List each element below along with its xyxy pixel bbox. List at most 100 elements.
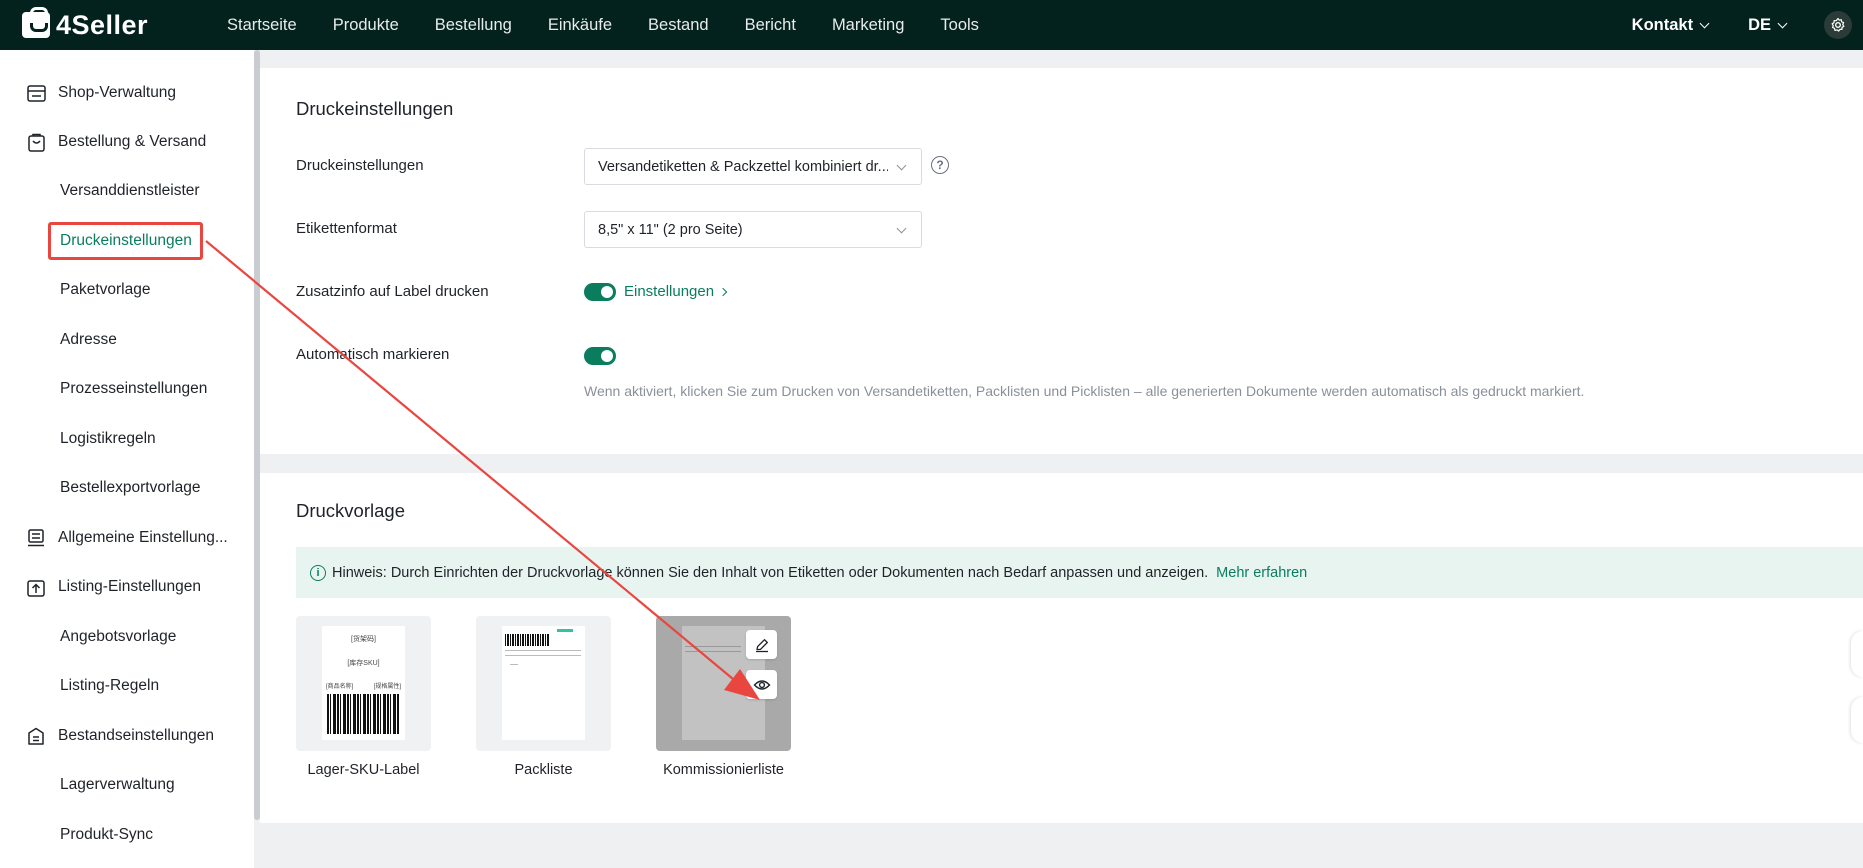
template-card-lager-sku-label[interactable]: [货架码] [库存SKU] [商品名称] [规格属性]: [296, 616, 431, 751]
auto-mark-label: Automatisch markieren: [296, 346, 450, 363]
contact-label: Kontakt: [1631, 15, 1694, 34]
card-label: Lager-SKU-Label: [307, 762, 420, 778]
top-navigation-bar: 4Seller Startseite Produkte Bestellung E…: [0, 0, 1863, 50]
annotation-highlight-box: [48, 222, 203, 260]
print-settings-title: Druckeinstellungen: [296, 98, 454, 119]
print-settings-panel: Druckeinstellungen Druckeinstellungen Ve…: [260, 68, 1863, 454]
nav-produkte[interactable]: Produkte: [333, 16, 399, 35]
print-mode-select[interactable]: Versandetiketten & Packzettel kombiniert…: [584, 148, 922, 185]
card-label: Packliste: [514, 762, 573, 778]
auto-mark-description: Wenn aktiviert, klicken Sie zum Drucken …: [584, 383, 1585, 399]
packliste-thumbnail: [502, 626, 585, 740]
gear-icon: [1831, 17, 1845, 32]
floating-side-widget[interactable]: [1851, 697, 1863, 743]
thumb-accent-bar: [557, 629, 573, 632]
inventory-icon: [26, 726, 46, 746]
preview-template-button[interactable]: [746, 670, 777, 699]
sidebar-item-paketvorlage[interactable]: Paketvorlage: [0, 270, 150, 310]
chevron-down-icon: [896, 223, 907, 234]
thumb-text: [规格属性]: [373, 684, 401, 690]
settings-gear-button[interactable]: [1824, 11, 1852, 39]
sidebar-label: Prozesseinstellungen: [60, 380, 208, 397]
edit-pencil-icon: [755, 638, 768, 652]
card-label: Kommissionierliste: [663, 762, 784, 778]
sidebar-item-prozesseinstellungen[interactable]: Prozesseinstellungen: [0, 369, 207, 409]
nav-bericht[interactable]: Bericht: [745, 16, 796, 35]
print-mode-value: Versandetiketten & Packzettel kombiniert…: [598, 158, 888, 175]
nav-einkaeufe[interactable]: Einkäufe: [548, 16, 612, 35]
template-card-kommissionierliste[interactable]: [656, 616, 791, 751]
sidebar-item-bestellung-versand[interactable]: Bestellung & Versand: [0, 122, 206, 162]
chevron-down-icon: [1699, 18, 1710, 28]
eye-icon: [753, 679, 770, 690]
logo-bag-icon: [22, 7, 50, 38]
sidebar-label: Adresse: [60, 331, 117, 348]
sidebar-item-shop-verwaltung[interactable]: Shop-Verwaltung: [0, 73, 176, 113]
sidebar-item-listing-einstellungen[interactable]: Listing-Einstellungen: [0, 567, 201, 607]
thumb-text: [商品名称]: [326, 684, 354, 690]
sidebar-label: Bestellung & Versand: [58, 133, 207, 150]
info-icon: i: [310, 564, 326, 581]
sidebar-label: Listing-Regeln: [60, 677, 160, 694]
sidebar-item-allgemeine-einstellungen[interactable]: Allgemeine Einstellung...: [0, 518, 228, 558]
thumb-table-lines: [685, 646, 741, 652]
sidebar-label: Logistikregeln: [60, 430, 156, 447]
label-format-select[interactable]: 8,5" x 11" (2 pro Seite): [584, 211, 922, 248]
sidebar-item-logistikregeln[interactable]: Logistikregeln: [0, 419, 156, 459]
chevron-right-icon: [719, 287, 728, 297]
template-notice: i Hinweis: Durch Einrichten der Druckvor…: [296, 547, 1863, 598]
nav-bestand[interactable]: Bestand: [648, 16, 709, 35]
thumb-text: [库存SKU]: [347, 660, 380, 667]
print-template-panel: Druckvorlage i Hinweis: Durch Einrichten…: [260, 473, 1863, 823]
sidebar-label: Lagerverwaltung: [60, 776, 175, 793]
sidebar-item-angebotsvorlage[interactable]: Angebotsvorlage: [0, 617, 176, 657]
extra-info-label: Zusatzinfo auf Label drucken: [296, 283, 489, 300]
floating-side-widget[interactable]: [1851, 631, 1863, 677]
sidebar-label: Shop-Verwaltung: [58, 84, 177, 101]
extra-info-settings-link[interactable]: Einstellungen: [624, 283, 728, 300]
auto-mark-toggle[interactable]: [584, 347, 616, 365]
language-dropdown[interactable]: DE: [1748, 16, 1788, 35]
sku-label-thumbnail: [货架码] [库存SKU] [商品名称] [规格属性]: [322, 626, 405, 740]
label-format-value: 8,5" x 11" (2 pro Seite): [598, 221, 743, 238]
extra-info-toggle[interactable]: [584, 283, 616, 301]
brand-logo[interactable]: 4Seller: [22, 7, 227, 41]
nav-bestellung[interactable]: Bestellung: [435, 16, 512, 35]
sidebar-label: Bestellexportvorlage: [60, 479, 201, 496]
template-card-packliste[interactable]: [476, 616, 611, 751]
sidebar-item-bestandseinstellungen[interactable]: Bestandseinstellungen: [0, 716, 214, 756]
sidebar-item-produkt-sync[interactable]: Produkt-Sync: [0, 815, 153, 855]
sidebar-item-versanddienstleister[interactable]: Versanddienstleister: [0, 171, 200, 211]
sidebar-label: Versanddienstleister: [60, 182, 200, 199]
nav-startseite[interactable]: Startseite: [227, 16, 297, 35]
sidebar-label: Allgemeine Einstellung...: [58, 529, 228, 546]
sidebar-item-bestellexportvorlage[interactable]: Bestellexportvorlage: [0, 468, 200, 508]
sidebar-item-lagerverwaltung[interactable]: Lagerverwaltung: [0, 765, 175, 805]
sidebar-label: Angebotsvorlage: [60, 628, 177, 645]
sidebar-label: Bestandseinstellungen: [58, 727, 214, 744]
sidebar-item-adresse[interactable]: Adresse: [0, 320, 117, 360]
thumb-text: [货架码]: [351, 636, 376, 643]
chevron-down-icon: [1777, 18, 1788, 28]
nav-marketing[interactable]: Marketing: [832, 16, 904, 35]
brand-name: 4Seller: [56, 9, 149, 40]
settings-sidebar: Shop-Verwaltung Bestellung & Versand Ver…: [0, 50, 254, 868]
barcode-graphic: [327, 694, 400, 734]
sidebar-label: Listing-Einstellungen: [58, 578, 202, 595]
nav-tools[interactable]: Tools: [940, 16, 979, 35]
help-question-icon[interactable]: ?: [931, 156, 949, 174]
notice-text: Hinweis: Durch Einrichten der Druckvorla…: [332, 564, 1209, 581]
nav-right-group: Kontakt DE: [1632, 0, 1863, 50]
thumb-line: [510, 664, 518, 665]
shop-icon: [26, 83, 46, 103]
sidebar-item-listing-regeln[interactable]: Listing-Regeln: [0, 666, 159, 706]
extra-info-settings-label: Einstellungen: [624, 283, 715, 300]
print-mode-label: Druckeinstellungen: [296, 157, 424, 174]
contact-dropdown[interactable]: Kontakt: [1631, 15, 1710, 35]
order-bag-icon: [26, 132, 46, 152]
edit-template-button[interactable]: [746, 630, 777, 659]
chevron-down-icon: [896, 160, 907, 171]
main-nav: Startseite Produkte Bestellung Einkäufe …: [227, 0, 1015, 50]
learn-more-link[interactable]: Mehr erfahren: [1216, 565, 1307, 581]
barcode-graphic: [505, 634, 549, 646]
